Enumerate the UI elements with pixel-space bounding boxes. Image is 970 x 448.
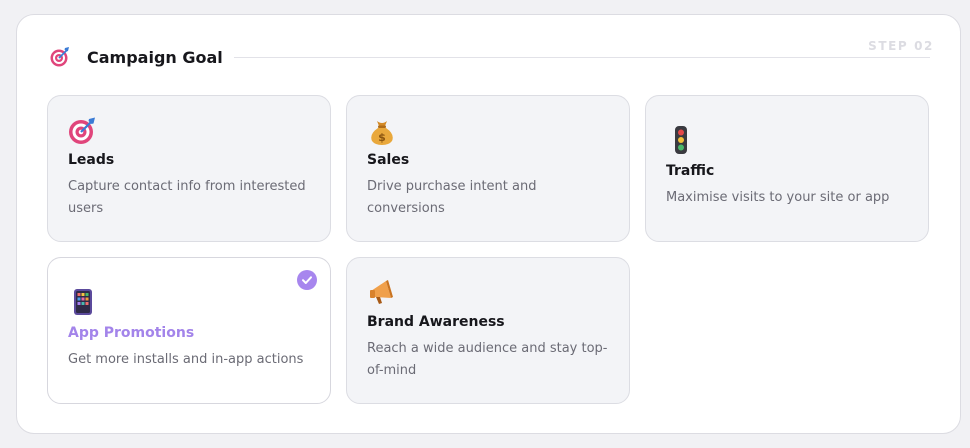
goal-description: Drive purchase intent and conversions	[367, 179, 537, 216]
traffic-light-icon	[675, 126, 687, 154]
svg-text:$: $	[378, 131, 386, 144]
divider	[234, 57, 930, 58]
app-icon	[74, 289, 92, 315]
goal-card-traffic[interactable]: Traffic Maximise visits to your site or …	[645, 95, 929, 242]
goal-title: Traffic	[666, 163, 715, 179]
goal-description: Get more installs and in-app actions	[68, 352, 304, 367]
step-label: STEP 02	[868, 39, 934, 53]
selected-check-icon	[297, 270, 317, 290]
goal-description: Capture contact info from interested use…	[68, 179, 306, 216]
goal-title: Sales	[367, 152, 410, 168]
money-bag-icon: $	[371, 121, 393, 145]
target-icon	[69, 117, 95, 144]
goal-title: Leads	[68, 152, 115, 168]
goal-card-sales[interactable]: $ Sales Drive purchase intent and conver…	[346, 95, 630, 242]
goal-card-app-promotions[interactable]: App Promotions Get more installs and in-…	[47, 257, 331, 404]
page-title: Campaign Goal	[87, 48, 223, 67]
goal-card-leads[interactable]: Leads Capture contact info from interest…	[47, 95, 331, 242]
goal-description: Reach a wide audience and stay top-of-mi…	[367, 341, 608, 378]
megaphone-icon	[370, 280, 393, 304]
goal-card-brand-awareness[interactable]: Brand Awareness Reach a wide audience an…	[346, 257, 630, 404]
goal-description: Maximise visits to your site or app	[666, 190, 890, 205]
campaign-goal-panel: Campaign Goal STEP 02 Leads Capture cont…	[16, 14, 961, 434]
goal-title: Brand Awareness	[367, 314, 505, 330]
target-icon	[50, 47, 69, 67]
goal-title: App Promotions	[68, 325, 195, 341]
